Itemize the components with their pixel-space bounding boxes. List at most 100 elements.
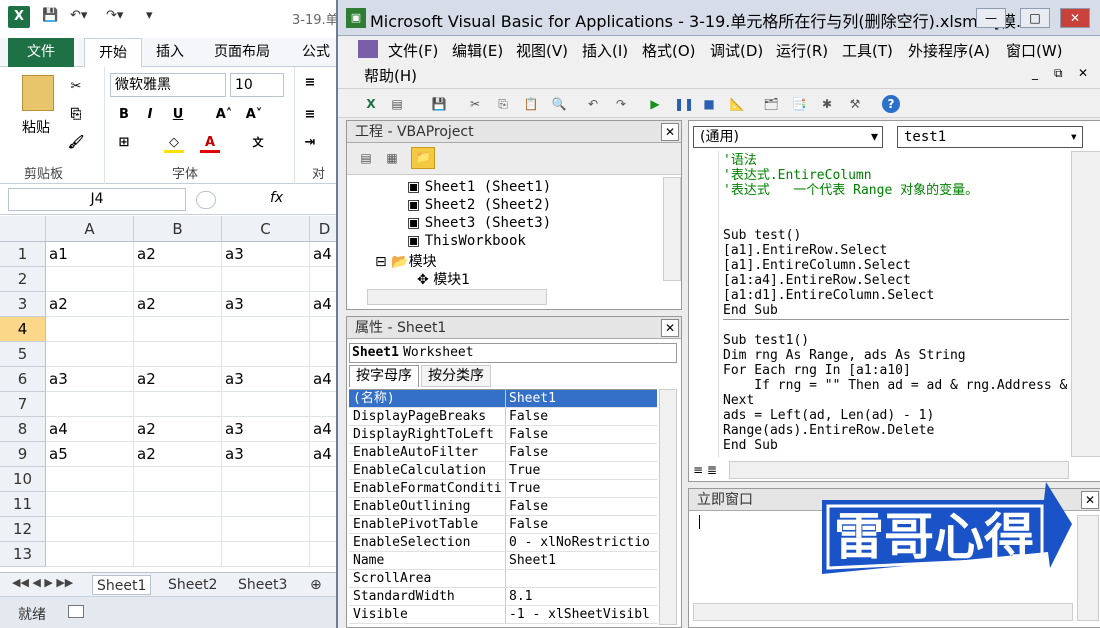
immediate-close-button[interactable]: ✕ bbox=[1081, 491, 1099, 509]
sheet-nav-icon[interactable]: ◀◀ ◀ ▶ ▶▶ bbox=[12, 576, 73, 589]
design-mode-icon[interactable]: 📐 bbox=[728, 95, 746, 113]
view-code-icon[interactable]: ▤ bbox=[357, 149, 375, 167]
cell[interactable]: a4 bbox=[310, 242, 336, 267]
bold-button[interactable]: B bbox=[114, 105, 134, 125]
cell[interactable]: a5 bbox=[46, 442, 134, 467]
row-header[interactable]: 8 bbox=[0, 417, 46, 442]
cell[interactable] bbox=[222, 317, 310, 342]
align-left-icon[interactable]: ≡ bbox=[300, 105, 320, 125]
cell[interactable] bbox=[134, 467, 222, 492]
toggle-folders-icon[interactable]: 📁 bbox=[411, 147, 435, 169]
procedure-combo[interactable]: test1 ▾ bbox=[897, 126, 1083, 148]
object-select[interactable]: Sheet1 Worksheet bbox=[349, 343, 677, 363]
row-header[interactable]: 10 bbox=[0, 467, 46, 492]
tree-item-module1[interactable]: ✥ 模块1 bbox=[417, 269, 470, 289]
menu-format[interactable]: 格式(O) bbox=[642, 40, 696, 61]
indent-icon[interactable]: ⇥ bbox=[300, 133, 320, 153]
row-header[interactable]: 7 bbox=[0, 392, 46, 417]
property-value[interactable]: False bbox=[509, 426, 655, 443]
immediate-vscrollbar[interactable] bbox=[1077, 515, 1099, 621]
cell[interactable]: a3 bbox=[46, 367, 134, 392]
row-header[interactable]: 2 bbox=[0, 267, 46, 292]
cell[interactable]: a3 bbox=[222, 242, 310, 267]
name-box[interactable]: J4 bbox=[8, 188, 186, 211]
tab-categorized[interactable]: 按分类序 bbox=[421, 365, 491, 387]
cell[interactable]: a2 bbox=[134, 242, 222, 267]
function-icon[interactable]: fx bbox=[270, 190, 283, 206]
maximize-button[interactable]: □ bbox=[1020, 8, 1050, 28]
cell[interactable]: a3 bbox=[222, 292, 310, 317]
decrease-font-icon[interactable]: A˅ bbox=[244, 105, 264, 125]
menu-help[interactable]: 帮助(H) bbox=[364, 65, 417, 86]
tree-item-thisworkbook[interactable]: ▣ ThisWorkbook bbox=[407, 233, 526, 249]
mdi-minimize-icon[interactable]: _ bbox=[1032, 66, 1038, 80]
cell[interactable]: a2 bbox=[46, 292, 134, 317]
view-excel-icon[interactable]: X bbox=[362, 95, 380, 113]
font-color-icon[interactable]: A bbox=[200, 133, 220, 153]
menu-view[interactable]: 视图(V) bbox=[516, 40, 568, 61]
reset-icon[interactable]: ■ bbox=[700, 95, 718, 113]
insert-sheet-icon[interactable]: ⊕ bbox=[306, 575, 326, 595]
align-top-icon[interactable]: ≡ bbox=[300, 73, 320, 93]
property-row[interactable]: DisplayPageBreaks False bbox=[349, 408, 657, 426]
cell[interactable]: a1 bbox=[46, 242, 134, 267]
cell[interactable]: a3 bbox=[222, 367, 310, 392]
cell[interactable] bbox=[222, 342, 310, 367]
redo-icon[interactable]: ↷▾ bbox=[106, 8, 123, 23]
property-row[interactable]: EnableOutlining False bbox=[349, 498, 657, 516]
cell[interactable] bbox=[310, 342, 336, 367]
tree-folder-modules[interactable]: ⊟ 📂模块 bbox=[375, 251, 437, 271]
phonetic-icon[interactable]: 文 bbox=[248, 133, 268, 153]
column-header-d[interactable]: D bbox=[310, 216, 336, 242]
sheet-tab-1[interactable]: Sheet1 bbox=[92, 575, 152, 595]
font-size-select[interactable]: 10 bbox=[230, 73, 284, 97]
menu-edit[interactable]: 编辑(E) bbox=[452, 40, 503, 61]
mdi-window-icon[interactable] bbox=[358, 40, 378, 58]
redo-icon[interactable]: ↷ bbox=[612, 95, 630, 113]
undo-icon[interactable]: ↶ bbox=[584, 95, 602, 113]
cell[interactable]: a4 bbox=[46, 417, 134, 442]
help-icon[interactable]: ? bbox=[882, 95, 900, 113]
cell[interactable] bbox=[134, 517, 222, 542]
column-header-a[interactable]: A bbox=[46, 216, 134, 242]
find-icon[interactable]: 🔍 bbox=[550, 95, 568, 113]
cell[interactable] bbox=[310, 517, 336, 542]
menu-insert[interactable]: 插入(I) bbox=[582, 40, 628, 61]
toolbox-icon[interactable]: ⚒ bbox=[846, 95, 864, 113]
format-painter-icon[interactable]: 🖌 bbox=[66, 133, 86, 153]
properties-close-button[interactable]: ✕ bbox=[661, 319, 679, 337]
cell[interactable]: a3 bbox=[222, 417, 310, 442]
cell[interactable] bbox=[46, 267, 134, 292]
property-value[interactable]: False bbox=[509, 498, 655, 515]
cell[interactable] bbox=[134, 267, 222, 292]
menu-window[interactable]: 窗口(W) bbox=[1006, 40, 1063, 61]
property-value[interactable]: True bbox=[509, 462, 655, 479]
collapse-icon[interactable]: ⊟ bbox=[375, 254, 391, 270]
cut-icon[interactable]: ✂ bbox=[66, 77, 86, 97]
close-button[interactable]: ✕ bbox=[1060, 8, 1090, 28]
property-row[interactable]: EnableFormatConditi True bbox=[349, 480, 657, 498]
cell[interactable] bbox=[310, 317, 336, 342]
property-value[interactable]: True bbox=[509, 480, 655, 497]
property-value[interactable]: -1 - xlSheetVisibl bbox=[509, 606, 655, 623]
sheet-tab-3[interactable]: Sheet3 bbox=[234, 575, 291, 595]
cell[interactable] bbox=[46, 542, 134, 567]
object-combo[interactable]: (通用) ▾ bbox=[693, 126, 883, 148]
cell[interactable] bbox=[310, 542, 336, 567]
customize-qat-icon[interactable]: ▾ bbox=[146, 8, 153, 23]
cell[interactable] bbox=[134, 317, 222, 342]
menu-debug[interactable]: 调试(D) bbox=[710, 40, 763, 61]
cell[interactable]: a4 bbox=[310, 367, 336, 392]
fill-color-icon[interactable]: ◇ bbox=[164, 133, 184, 153]
increase-font-icon[interactable]: A˄ bbox=[214, 105, 234, 125]
border-icon[interactable]: ⊞ bbox=[114, 133, 134, 153]
project-hscrollbar[interactable] bbox=[367, 289, 547, 305]
mdi-restore-icon[interactable]: ⧉ bbox=[1054, 66, 1063, 81]
paste-icon[interactable]: 📋 bbox=[522, 95, 540, 113]
menu-run[interactable]: 运行(R) bbox=[776, 40, 828, 61]
tree-item-sheet1[interactable]: ▣ Sheet1 (Sheet1) bbox=[407, 179, 551, 195]
project-close-button[interactable]: ✕ bbox=[661, 123, 679, 141]
cell[interactable] bbox=[134, 542, 222, 567]
property-row[interactable]: Name Sheet1 bbox=[349, 552, 657, 570]
property-row[interactable]: EnablePivotTable False bbox=[349, 516, 657, 534]
